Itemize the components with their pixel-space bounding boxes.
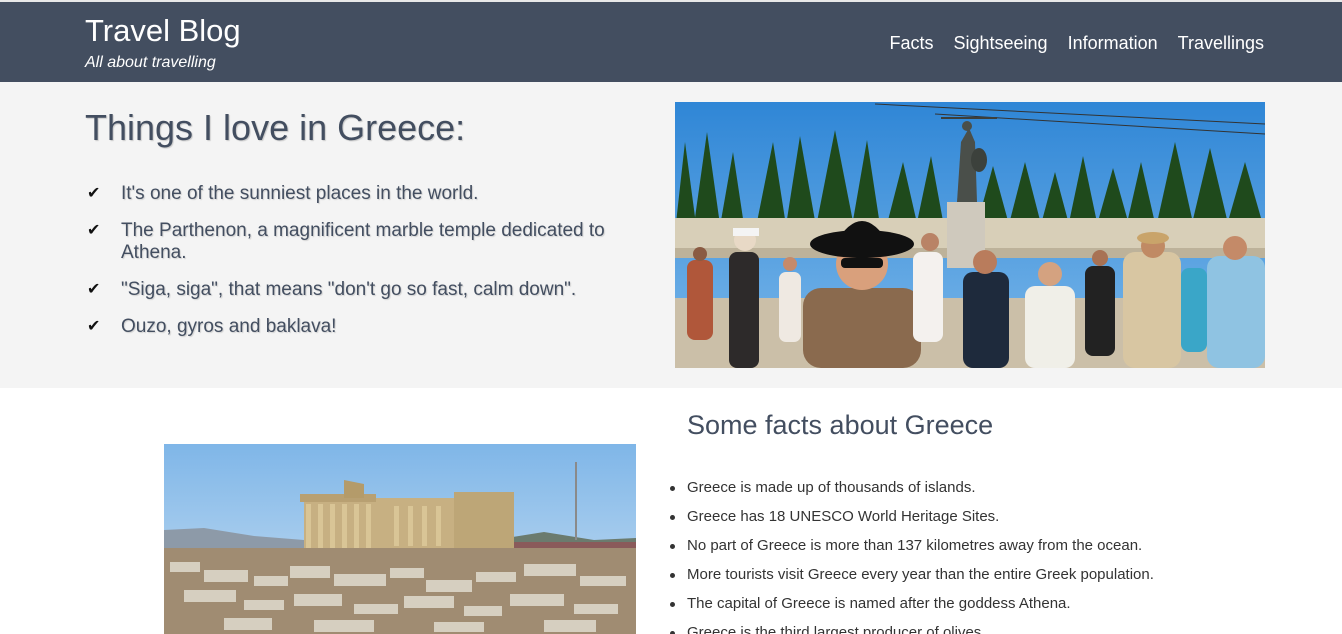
nav-travellings[interactable]: Travellings xyxy=(1178,32,1264,54)
bullet-icon xyxy=(670,515,675,520)
list-item: Greece is the third largest producer of … xyxy=(670,624,1307,634)
facts-list: Greece is made up of thousands of island… xyxy=(670,479,1307,634)
fact-text: The capital of Greece is named after the… xyxy=(687,595,1071,612)
nav-facts[interactable]: Facts xyxy=(889,32,933,54)
bullet-icon xyxy=(670,486,675,491)
checkmark-icon: ✔ xyxy=(87,222,101,239)
nav-sightseeing[interactable]: Sightseeing xyxy=(954,32,1048,54)
list-item: No part of Greece is more than 137 kilom… xyxy=(670,537,1307,555)
hero-title: Things I love in Greece: xyxy=(85,107,466,148)
list-item: ✔ It's one of the sunniest places in the … xyxy=(85,183,650,205)
checkmark-icon: ✔ xyxy=(87,281,101,298)
fact-text: Greece has 18 UNESCO World Heritage Site… xyxy=(687,508,1000,525)
list-item: ✔ "Siga, siga", that means "don't go so f… xyxy=(85,279,650,301)
acropolis-photo xyxy=(164,444,636,634)
fact-text: Greece is made up of thousands of island… xyxy=(687,479,976,496)
list-item: More tourists visit Greece every year th… xyxy=(670,566,1307,584)
list-item: Greece has 18 UNESCO World Heritage Site… xyxy=(670,508,1307,526)
fact-text: More tourists visit Greece every year th… xyxy=(687,566,1154,583)
bullet-icon xyxy=(670,573,675,578)
love-item-text: "Siga, siga", that means "don't go so fa… xyxy=(121,279,577,300)
checkmark-icon: ✔ xyxy=(87,318,101,335)
love-item-text: The Parthenon, a magnificent marble temp… xyxy=(121,220,605,263)
site-tagline: All about travelling xyxy=(85,54,216,71)
bullet-icon xyxy=(670,544,675,549)
hero-section: Things I love in Greece: ✔ It's one of th… xyxy=(0,82,1342,388)
hero-photo xyxy=(675,102,1265,368)
fact-text: No part of Greece is more than 137 kilom… xyxy=(687,537,1143,554)
main-nav: Facts Sightseeing Information Travelling… xyxy=(889,32,1264,54)
checkmark-icon: ✔ xyxy=(87,185,101,202)
list-item: ✔ The Parthenon, a magnificent marble tem… xyxy=(85,220,650,264)
love-item-text: Ouzo, gyros and baklava! xyxy=(121,316,337,337)
list-item: ✔ Ouzo, gyros and baklava! xyxy=(85,316,650,338)
nav-information[interactable]: Information xyxy=(1068,32,1158,54)
loves-list: ✔ It's one of the sunniest places in the … xyxy=(85,183,650,353)
list-item: The capital of Greece is named after the… xyxy=(670,595,1307,613)
love-item-text: It's one of the sunniest places in the w… xyxy=(121,183,479,204)
bullet-icon xyxy=(670,602,675,607)
site-header: Travel Blog All about travelling Facts S… xyxy=(0,2,1342,82)
facts-title: Some facts about Greece xyxy=(687,410,994,440)
list-item: Greece is made up of thousands of island… xyxy=(670,479,1307,497)
site-title[interactable]: Travel Blog xyxy=(85,12,241,50)
fact-text: Greece is the third largest producer of … xyxy=(687,624,986,634)
